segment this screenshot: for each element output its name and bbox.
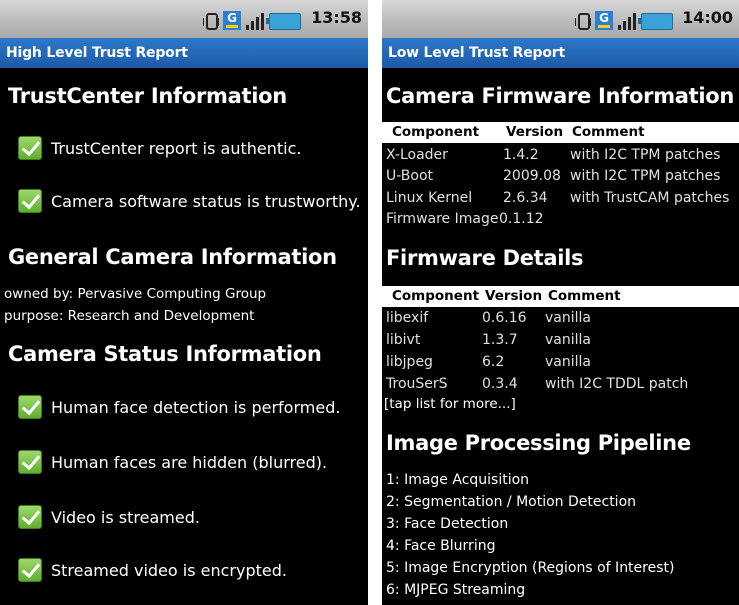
owned-by-text: owned by: Pervasive Computing Group bbox=[4, 286, 267, 302]
vibrate-icon bbox=[575, 13, 591, 30]
cell-version: 1.3.7 bbox=[482, 332, 518, 348]
firmware-info-heading: Camera Firmware Information bbox=[386, 84, 735, 108]
status-item[interactable]: Human faces are hidden (blurred). bbox=[18, 450, 327, 474]
column-header: Component bbox=[392, 124, 480, 140]
cell-comment: vanilla bbox=[545, 332, 591, 348]
table-row[interactable]: Firmware Image 0.1.12 bbox=[382, 209, 739, 230]
status-bar: G 14:00 bbox=[382, 0, 739, 38]
status-item-label: Human face detection is performed. bbox=[51, 397, 341, 417]
window-title: High Level Trust Report bbox=[0, 38, 368, 68]
list-item: 3: Face Detection bbox=[386, 516, 509, 532]
list-item: 6: MJPEG Streaming bbox=[386, 582, 526, 598]
cell-version: 0.1.12 bbox=[499, 211, 544, 227]
status-time: 13:58 bbox=[311, 8, 362, 27]
status-item[interactable]: Human face detection is performed. bbox=[18, 395, 340, 419]
trustcenter-heading: TrustCenter Information bbox=[8, 84, 287, 108]
more-link[interactable]: [tap list for more...] bbox=[384, 396, 516, 412]
firmware-info-table-header: Component Version Comment bbox=[382, 122, 739, 143]
table-row[interactable]: U-Boot 2009.08 with I2C TPM patches bbox=[382, 166, 739, 187]
list-item: 2: Segmentation / Motion Detection bbox=[386, 494, 637, 510]
cell-version: 0.6.16 bbox=[482, 310, 527, 326]
table-row[interactable]: TrouSerS 0.3.4 with I2C TDDL patch bbox=[382, 374, 739, 395]
status-item-label: Video is streamed. bbox=[51, 507, 200, 527]
g-network-icon: G bbox=[595, 11, 613, 30]
cell-version: 0.3.4 bbox=[482, 376, 518, 392]
cell-comment: with I2C TPM patches bbox=[570, 168, 721, 184]
battery-icon bbox=[638, 13, 673, 30]
list-item: 5: Image Encryption (Regions of Interest… bbox=[386, 560, 675, 576]
column-header: Comment bbox=[548, 288, 621, 304]
signal-icon bbox=[618, 12, 636, 30]
checkbox-icon[interactable] bbox=[18, 505, 42, 529]
status-item[interactable]: Video is streamed. bbox=[18, 505, 200, 529]
checkbox-icon[interactable] bbox=[18, 450, 42, 474]
low-level-trust-screen: G 14:00 Low Level Trust Report Camera Fi… bbox=[382, 0, 739, 605]
cell-component: Firmware Image bbox=[386, 211, 499, 227]
signal-icon bbox=[246, 12, 264, 30]
pipeline-heading: Image Processing Pipeline bbox=[386, 431, 691, 455]
table-row[interactable]: X-Loader 1.4.2 with I2C TPM patches bbox=[382, 145, 739, 166]
table-row[interactable]: libivt 1.3.7 vanilla bbox=[382, 330, 739, 351]
firmware-details-heading: Firmware Details bbox=[386, 246, 584, 270]
cell-comment: with I2C TPM patches bbox=[570, 147, 721, 163]
cell-comment: with I2C TDDL patch bbox=[545, 376, 689, 392]
status-bar: G 13:58 bbox=[0, 0, 368, 38]
checkbox-icon[interactable] bbox=[18, 136, 42, 160]
trust-item[interactable]: TrustCenter report is authentic. bbox=[18, 136, 301, 160]
status-time: 14:00 bbox=[682, 8, 733, 27]
status-item[interactable]: Streamed video is encrypted. bbox=[18, 558, 287, 582]
vibrate-icon bbox=[203, 13, 219, 30]
trust-item[interactable]: Camera software status is trustworthy. bbox=[18, 189, 361, 213]
cell-component: U-Boot bbox=[386, 168, 434, 184]
status-heading: Camera Status Information bbox=[8, 342, 322, 366]
table-row[interactable]: Linux Kernel 2.6.34 with TrustCAM patche… bbox=[382, 188, 739, 209]
high-level-trust-screen: G 13:58 High Level Trust Report TrustCen… bbox=[0, 0, 368, 605]
status-icons: G bbox=[575, 8, 673, 30]
cell-component: TrouSerS bbox=[386, 376, 448, 392]
column-header: Version bbox=[485, 288, 543, 304]
cell-component: libexif bbox=[386, 310, 429, 326]
window-title: Low Level Trust Report bbox=[382, 38, 739, 68]
general-heading: General Camera Information bbox=[8, 245, 337, 269]
list-item: 4: Face Blurring bbox=[386, 538, 496, 554]
cell-comment: with TrustCAM patches bbox=[570, 190, 730, 206]
column-header: Component bbox=[392, 288, 480, 304]
cell-component: libjpeg bbox=[386, 354, 433, 370]
cell-version: 6.2 bbox=[482, 354, 505, 370]
cell-component: Linux Kernel bbox=[386, 190, 473, 206]
checkbox-icon[interactable] bbox=[18, 395, 42, 419]
purpose-text: purpose: Research and Development bbox=[4, 308, 255, 324]
trust-item-label: TrustCenter report is authentic. bbox=[51, 138, 302, 158]
cell-component: X-Loader bbox=[386, 147, 448, 163]
status-item-label: Human faces are hidden (blurred). bbox=[51, 452, 328, 472]
status-icons: G bbox=[203, 8, 301, 30]
cell-comment: vanilla bbox=[545, 354, 591, 370]
status-item-label: Streamed video is encrypted. bbox=[51, 560, 287, 580]
cell-comment: vanilla bbox=[545, 310, 591, 326]
column-header: Comment bbox=[572, 124, 645, 140]
trust-item-label: Camera software status is trustworthy. bbox=[51, 191, 361, 211]
g-network-icon: G bbox=[223, 11, 241, 30]
table-row[interactable]: libjpeg 6.2 vanilla bbox=[382, 352, 739, 373]
cell-component: libivt bbox=[386, 332, 421, 348]
checkbox-icon[interactable] bbox=[18, 189, 42, 213]
cell-version: 1.4.2 bbox=[503, 147, 539, 163]
cell-version: 2009.08 bbox=[503, 168, 561, 184]
list-item: 1: Image Acquisition bbox=[386, 472, 530, 488]
cell-version: 2.6.34 bbox=[503, 190, 548, 206]
checkbox-icon[interactable] bbox=[18, 558, 42, 582]
firmware-details-table-header: Component Version Comment bbox=[382, 286, 739, 307]
column-header: Version bbox=[506, 124, 564, 140]
battery-icon bbox=[266, 13, 301, 30]
table-row[interactable]: libexif 0.6.16 vanilla bbox=[382, 308, 739, 329]
